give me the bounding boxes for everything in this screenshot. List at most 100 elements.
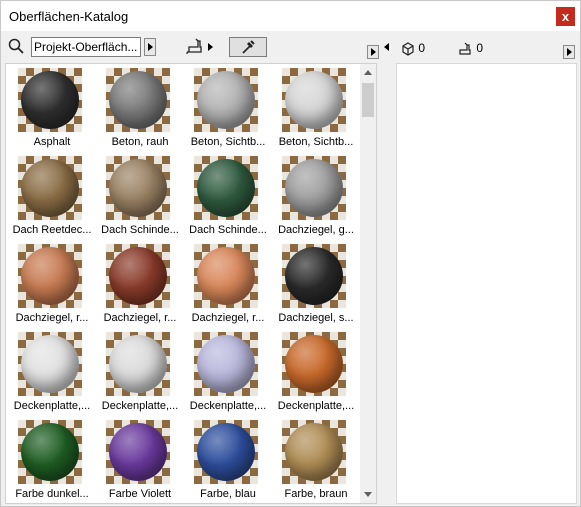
material-tile[interactable]: Farbe, blau (184, 418, 272, 503)
material-thumbnail (106, 420, 170, 484)
material-tile[interactable]: Beton, rauh (96, 66, 184, 154)
material-thumbnail (18, 156, 82, 220)
eyedropper-button[interactable] (229, 37, 267, 57)
material-tile[interactable]: Dach Schinde... (96, 154, 184, 242)
material-label: Deckenplatte,... (277, 400, 355, 412)
material-thumbnail (106, 332, 170, 396)
material-tile[interactable]: Farbe Violett (96, 418, 184, 503)
expand-panel-button[interactable] (367, 45, 379, 59)
paint-bucket-icon[interactable] (184, 36, 206, 58)
material-label: Deckenplatte,... (101, 400, 179, 412)
surface-count: 0 (476, 41, 484, 55)
material-sphere (197, 247, 255, 305)
material-sphere (197, 335, 255, 393)
surface-counter: 0 (457, 41, 483, 57)
material-thumbnail (18, 420, 82, 484)
scroll-up-icon[interactable] (364, 70, 372, 75)
material-thumbnail (18, 332, 82, 396)
toolbar (1, 33, 581, 61)
chevron-right-icon (371, 48, 376, 56)
chevron-right-icon (567, 48, 572, 56)
material-thumbnail (282, 156, 346, 220)
material-tile[interactable]: Dach Reetdec... (8, 154, 96, 242)
chevron-right-icon (148, 43, 153, 51)
window-title: Oberflächen-Katalog (9, 9, 129, 24)
material-thumbnail (18, 244, 82, 308)
material-sphere (285, 159, 343, 217)
vertical-scrollbar[interactable] (360, 64, 376, 503)
material-thumbnail (18, 68, 82, 132)
material-sphere (109, 71, 167, 129)
material-sphere (21, 247, 79, 305)
material-tile[interactable]: Dachziegel, r... (96, 242, 184, 330)
scroll-down-icon[interactable] (364, 492, 372, 497)
material-thumbnail (106, 244, 170, 308)
material-label: Dach Schinde... (101, 224, 179, 236)
search-input[interactable] (34, 39, 138, 55)
paint-bucket-icon (459, 42, 471, 55)
cube-icon (402, 42, 414, 56)
material-tile[interactable]: Deckenplatte,... (8, 330, 96, 418)
material-tile[interactable]: Beton, Sichtb... (184, 66, 272, 154)
material-sphere (21, 159, 79, 217)
material-label: Dachziegel, r... (15, 312, 89, 324)
material-label: Beton, Sichtb... (278, 136, 354, 148)
material-sphere (21, 71, 79, 129)
material-thumbnail (282, 332, 346, 396)
material-tile[interactable]: Dachziegel, g... (272, 154, 360, 242)
material-sphere (285, 71, 343, 129)
material-thumbnail (106, 156, 170, 220)
material-thumbnail (106, 68, 170, 132)
collapse-arrow-icon[interactable] (384, 43, 389, 51)
bucket-menu-arrow-icon[interactable] (208, 43, 213, 51)
material-sphere (285, 247, 343, 305)
eyedropper-icon (242, 40, 255, 54)
search-field[interactable] (31, 37, 141, 57)
material-sphere (197, 159, 255, 217)
search-icon (8, 38, 24, 54)
material-thumbnail (194, 244, 258, 308)
material-thumbnail (194, 332, 258, 396)
object-count: 0 (418, 41, 426, 55)
surface-catalog-window: Oberflächen-Katalog x Projekt-Oberfläch.… (0, 0, 581, 507)
material-thumbnail (282, 68, 346, 132)
material-sphere (285, 423, 343, 481)
material-tile[interactable]: Beton, Sichtb... (272, 66, 360, 154)
scroll-thumb[interactable] (362, 83, 374, 117)
material-sphere (285, 335, 343, 393)
material-thumbnail (194, 420, 258, 484)
search-options-button[interactable] (144, 38, 156, 56)
preview-options-button[interactable] (563, 45, 575, 59)
material-label: Farbe dunkel... (15, 488, 89, 500)
material-tile[interactable]: Deckenplatte,... (272, 330, 360, 418)
material-sphere (109, 423, 167, 481)
material-thumbnail (194, 68, 258, 132)
material-label: Dachziegel, g... (278, 224, 354, 236)
material-thumbnail (282, 244, 346, 308)
material-tile[interactable]: Farbe, braun (272, 418, 360, 503)
title-bar: Oberflächen-Katalog x (1, 1, 580, 31)
material-thumbnail (282, 420, 346, 484)
close-button[interactable]: x (556, 7, 575, 26)
material-tile[interactable]: Dachziegel, r... (8, 242, 96, 330)
material-label: Dach Reetdec... (12, 224, 92, 236)
material-label: Deckenplatte,... (189, 400, 267, 412)
material-tile[interactable]: Farbe dunkel... (8, 418, 96, 503)
material-label: Asphalt (33, 136, 71, 148)
material-label: Deckenplatte,... (13, 400, 91, 412)
material-label: Dachziegel, r... (103, 312, 177, 324)
material-label: Dach Schinde... (189, 224, 267, 236)
material-sphere (197, 71, 255, 129)
material-sphere (109, 247, 167, 305)
material-tile[interactable]: Deckenplatte,... (96, 330, 184, 418)
material-sphere (197, 423, 255, 481)
material-label: Farbe, braun (284, 488, 348, 500)
material-sphere (109, 159, 167, 217)
material-tile[interactable]: Asphalt (8, 66, 96, 154)
material-label: Beton, Sichtb... (190, 136, 266, 148)
material-grid: Asphalt Beton, rauh Beton, Sichtb... Beton,… (8, 66, 360, 503)
material-tile[interactable]: Dach Schinde... (184, 154, 272, 242)
material-tile[interactable]: Deckenplatte,... (184, 330, 272, 418)
material-tile[interactable]: Dachziegel, s... (272, 242, 360, 330)
material-tile[interactable]: Dachziegel, r... (184, 242, 272, 330)
